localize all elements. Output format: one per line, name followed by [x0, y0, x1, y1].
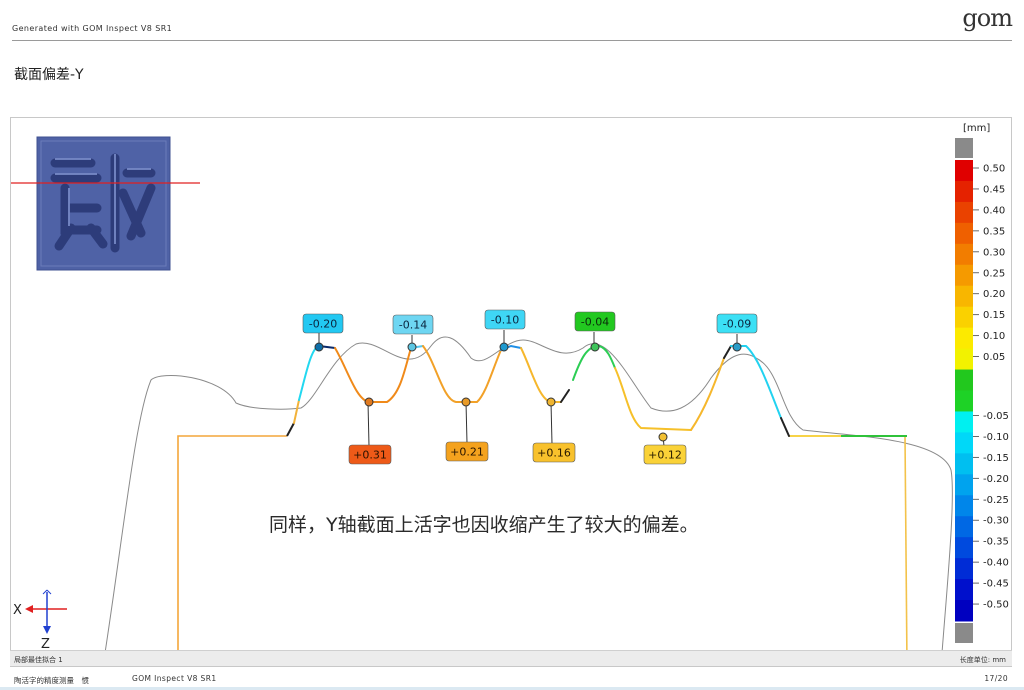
deviation-value: +0.16: [537, 447, 571, 460]
x-axis-label: X: [13, 603, 22, 618]
legend-color-band: [955, 495, 973, 517]
page-number: 17/20: [984, 674, 1008, 683]
deviation-label-top-2[interactable]: -0.14: [392, 314, 434, 335]
unit-status: 长度单位: mm: [959, 656, 1006, 664]
page-title: 截面偏差-Y: [14, 67, 84, 83]
deviation-label-top-1[interactable]: -0.20: [302, 313, 344, 334]
legend-color-band: [955, 432, 973, 454]
legend-tick-label: -0.10: [983, 432, 1009, 443]
deviation-label-bottom-2[interactable]: +0.21: [445, 441, 489, 462]
legend-tick-label: 0.05: [983, 352, 1005, 363]
section-deviation-view: -0.20 -0.14 -0.10 -0.04 -0.09 +0.31 +0.2…: [11, 123, 1009, 667]
footer-report-name: 陶活字的精度测量 惯: [14, 676, 89, 685]
legend-color-band: [955, 537, 973, 559]
deviation-value: -0.09: [723, 318, 751, 331]
deviation-label-top-4[interactable]: -0.04: [574, 311, 616, 332]
measurement-points: [314, 342, 742, 442]
legend-color-band: [955, 453, 973, 475]
legend-overflow-bottom: [955, 623, 973, 643]
legend-color-band: [955, 243, 973, 266]
deviation-label-bottom-3[interactable]: +0.16: [532, 442, 576, 463]
deviation-value: +0.21: [450, 446, 484, 459]
3d-viewport[interactable]: -0.20 -0.14 -0.10 -0.04 -0.09 +0.31 +0.2…: [10, 117, 1012, 667]
legend-color-band: [955, 579, 973, 601]
report-header: Generated with GOM Inspect V8 SR1 gom: [12, 0, 1013, 41]
profile-left-edge: [177, 435, 287, 666]
legend-color-band: [955, 306, 973, 329]
legend-color-band: [955, 516, 973, 538]
thumbnail-preview: [36, 136, 171, 271]
deviation-value: +0.31: [353, 449, 387, 462]
legend-tick-label: 0.50: [983, 164, 1005, 175]
legend-tick-label: -0.15: [983, 453, 1009, 464]
deviation-label-top-3[interactable]: -0.10: [484, 309, 526, 330]
legend-color-band: [955, 474, 973, 496]
legend-color-band: [955, 348, 973, 371]
legend-tick-label: -0.05: [983, 411, 1009, 422]
legend-unit: [mm]: [963, 123, 990, 134]
legend-color-band: [955, 600, 973, 622]
legend-overflow-top: [955, 138, 973, 158]
legend-tick-label: -0.30: [983, 516, 1009, 527]
deviation-label-bottom-1[interactable]: +0.31: [348, 444, 392, 465]
annotation-text: 同样，Y轴截面上活字也因收缩产生了较大的偏差。: [269, 514, 699, 536]
legend-tick-label: -0.50: [983, 600, 1009, 611]
legend-tick-label: 0.30: [983, 247, 1005, 258]
deviation-value: -0.20: [309, 318, 337, 331]
alignment-status: 局部最佳拟合 1: [14, 656, 63, 664]
legend-tick-label: 0.35: [983, 226, 1005, 237]
legend-tick-label: 0.40: [983, 205, 1005, 216]
profile-right-edge: [904, 435, 908, 667]
axis-triad: X Z: [13, 589, 67, 652]
gom-logo: gom: [962, 4, 1013, 32]
report-footer: 陶活字的精度测量 惯 GOM Inspect V8 SR1 17/20: [12, 671, 1012, 687]
deviation-value: -0.14: [399, 319, 427, 332]
profile-break: [286, 422, 295, 437]
deviation-label-top-5[interactable]: -0.09: [716, 313, 758, 334]
generated-with-text: Generated with GOM Inspect V8 SR1: [12, 24, 173, 33]
legend-color-band: [955, 411, 973, 433]
legend-tick-label: 0.25: [983, 268, 1005, 279]
deviation-label-bottom-4[interactable]: +0.12: [643, 444, 687, 465]
footer-product: GOM Inspect V8 SR1: [132, 674, 217, 683]
legend-tick-label: -0.35: [983, 537, 1009, 548]
legend-color-band: [955, 222, 973, 245]
legend-tick-label: 0.20: [983, 289, 1005, 300]
deviation-value: +0.12: [648, 449, 682, 462]
legend-color-band: [955, 558, 973, 580]
legend-tick-label: -0.40: [983, 558, 1009, 569]
legend-tick-label: 0.10: [983, 331, 1005, 342]
legend-tick-label: -0.45: [983, 579, 1009, 590]
legend-color-band: [955, 180, 973, 203]
legend-color-band: [955, 285, 973, 308]
legend-color-band: [955, 390, 973, 412]
legend-color-band: [955, 369, 973, 391]
legend-tick-label: 0.15: [983, 310, 1005, 321]
legend-color-band: [955, 201, 973, 224]
legend-tick-label: -0.20: [983, 474, 1009, 485]
legend-tick-label: 0.45: [983, 184, 1005, 195]
deviation-value: -0.10: [491, 314, 519, 327]
legend-color-band: [955, 264, 973, 287]
color-legend: [mm] 0.50 0.45 0.40 0.35 0.30 0.25 0.20 0.15 0.1…: [955, 123, 1009, 643]
nominal-profile-line: [102, 336, 953, 667]
status-bar: 局部最佳拟合 1 长度单位: mm: [10, 650, 1012, 666]
legend-color-band: [955, 327, 973, 350]
legend-tick-label: -0.25: [983, 495, 1009, 506]
deviation-value: -0.04: [581, 316, 609, 329]
legend-color-band: [955, 160, 973, 182]
